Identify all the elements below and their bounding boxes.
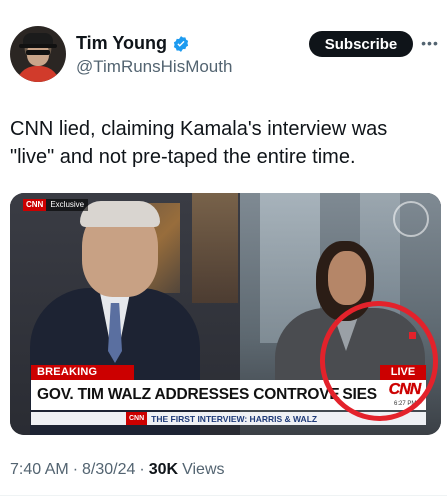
avatar-glasses [26, 50, 50, 55]
subscribe-button[interactable]: Subscribe [309, 31, 413, 57]
verified-badge-icon[interactable] [172, 35, 190, 53]
exclusive-label: Exclusive [46, 199, 89, 211]
views-count[interactable]: 30K [149, 461, 178, 479]
avatar[interactable] [10, 26, 66, 82]
divider [0, 495, 447, 496]
display-name[interactable]: Tim Young [76, 33, 167, 54]
exclusive-tag: CNN Exclusive [23, 199, 89, 211]
tweet-header: Tim Young @TimRunsHisMouth Subscribe ••• [0, 0, 447, 96]
tweet-meta: 7:40 AM · 8/30/24 · 30K Views [10, 461, 225, 479]
person-left-hair [80, 201, 160, 227]
breaking-news-label: BREAKING NEWS [31, 365, 134, 393]
name-row: Tim Young [76, 33, 190, 54]
tweet-time[interactable]: 7:40 AM [10, 461, 69, 479]
ticker-text: THE FIRST INTERVIEW: HARRIS & WALZ [151, 413, 318, 424]
meta-separator: · [72, 461, 79, 478]
more-options-icon[interactable]: ••• [420, 33, 440, 53]
tweet-media-image[interactable]: CNN Exclusive BREAKING NEWS LIVE GOV. TI… [10, 193, 441, 435]
avatar-hat-brim [19, 44, 57, 48]
avatar-shirt [16, 66, 60, 82]
watermark-seal-icon [393, 201, 429, 237]
tweet-text: CNN lied, claiming Kamala's interview wa… [10, 118, 388, 168]
ticker-network-logo: CNN [126, 412, 148, 425]
person-right-face [328, 251, 366, 305]
red-dot-annotation [409, 332, 416, 339]
tweet-date[interactable]: 8/30/24 [82, 461, 135, 479]
meta-separator: · [139, 461, 145, 478]
views-label: Views [182, 461, 225, 478]
background-painting [192, 193, 238, 303]
exclusive-network-logo: CNN [23, 199, 47, 211]
handle[interactable]: @TimRunsHisMouth [76, 57, 232, 77]
